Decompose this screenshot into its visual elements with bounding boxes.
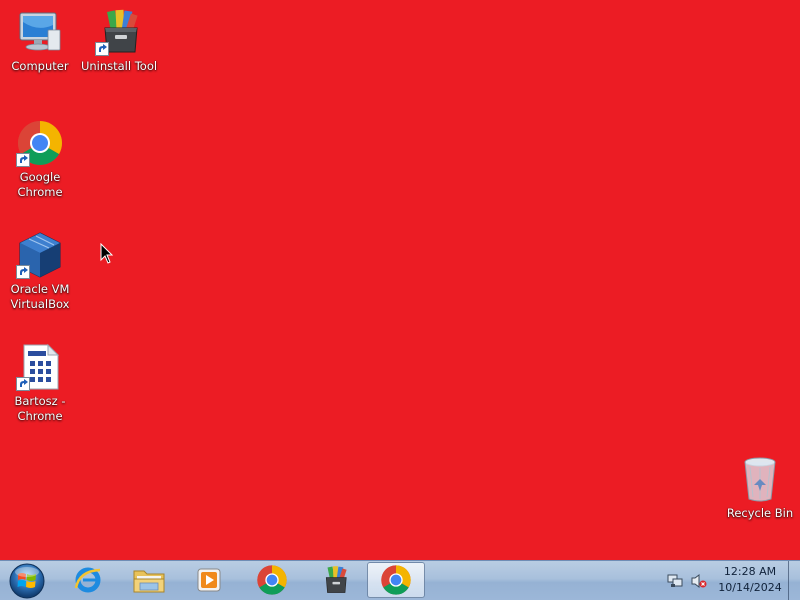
system-clock[interactable]: 12:28 AM 10/14/2024 <box>708 564 792 596</box>
desktop-icon-label: Bartosz - Chrome <box>14 394 66 423</box>
desktop-icon-virtualbox[interactable]: Oracle VM VirtualBox <box>1 231 79 312</box>
desktop-icon-label: Uninstall Tool <box>80 59 158 73</box>
volume-muted-icon[interactable] <box>691 573 707 589</box>
taskbar: 12:28 AM 10/14/2024 <box>0 560 800 600</box>
shortcut-arrow-icon <box>16 265 30 279</box>
desktop-icon-recycle-bin[interactable]: Recycle Bin <box>721 455 799 521</box>
uninstall-tool-icon <box>95 8 143 56</box>
desktop-icon-bartosz-chrome[interactable]: Bartosz - Chrome <box>1 343 79 424</box>
internet-explorer-icon <box>74 567 101 593</box>
computer-icon <box>16 8 64 56</box>
taskbar-chrome-active[interactable] <box>367 562 425 598</box>
show-desktop-button[interactable] <box>788 561 800 600</box>
taskbar-file-explorer[interactable] <box>120 562 178 598</box>
media-player-icon <box>197 568 221 592</box>
shortcut-arrow-icon <box>16 153 30 167</box>
clock-date: 10/14/2024 <box>718 581 782 594</box>
start-button[interactable] <box>2 562 52 600</box>
shortcut-arrow-icon <box>95 42 109 56</box>
recycle-bin-icon <box>736 455 784 503</box>
desktop-icon-google-chrome[interactable]: Google Chrome <box>1 119 79 200</box>
virtualbox-icon <box>16 231 64 279</box>
mouse-cursor-icon <box>100 243 114 264</box>
chrome-icon <box>381 565 411 595</box>
chrome-icon <box>257 565 287 595</box>
desktop-icon-label: Oracle VM VirtualBox <box>10 282 70 311</box>
desktop-icon-label: Google Chrome <box>17 170 63 199</box>
chrome-app-document-icon <box>16 343 64 391</box>
chrome-icon <box>16 119 64 167</box>
desktop-icon-label: Computer <box>11 59 69 73</box>
taskbar-uninstall-tool[interactable] <box>306 562 364 598</box>
clock-time: 12:28 AM <box>723 565 777 578</box>
file-explorer-icon <box>133 570 165 593</box>
taskbar-internet-explorer[interactable] <box>59 562 117 598</box>
windows-start-orb-icon <box>9 563 45 599</box>
uninstall-tool-icon <box>325 566 347 593</box>
network-icon[interactable] <box>667 573 683 589</box>
desktop[interactable]: Computer Uninstall Tool Google Chrome Or… <box>0 0 800 560</box>
desktop-icon-label: Recycle Bin <box>726 506 794 520</box>
shortcut-arrow-icon <box>16 377 30 391</box>
taskbar-chrome[interactable] <box>243 562 301 598</box>
desktop-icon-computer[interactable]: Computer <box>1 8 79 74</box>
desktop-icon-uninstall-tool[interactable]: Uninstall Tool <box>80 8 158 74</box>
taskbar-media-player[interactable] <box>180 562 238 598</box>
